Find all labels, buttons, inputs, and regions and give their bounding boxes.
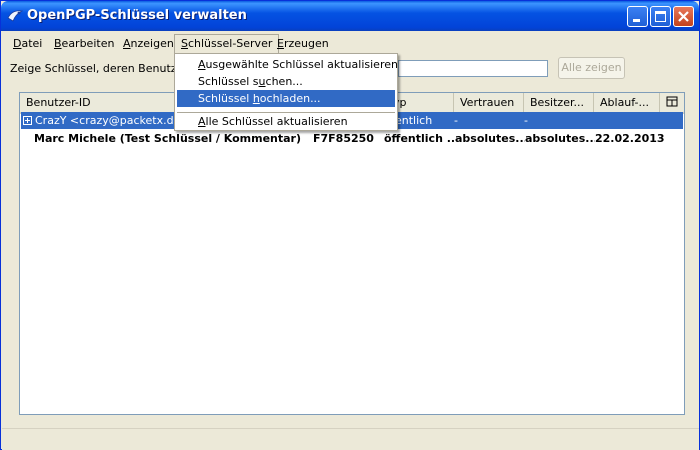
cell-owner: absolutes...: [525, 132, 595, 145]
window-title: OpenPGP-Schlüssel verwalten: [27, 8, 247, 23]
show-all-button[interactable]: Alle zeigen: [558, 57, 625, 79]
gnupg-app-icon: [7, 10, 23, 22]
cell-user-id: Marc Michele (Test Schlüssel / Kommentar…: [34, 132, 304, 145]
keyserver-menu-dropdown: Ausgewählte Schlüssel aktualisieren Schl…: [174, 53, 398, 131]
close-button[interactable]: [673, 6, 694, 27]
column-header-owner[interactable]: Besitzer...: [524, 93, 594, 112]
cell-key-id: F7F85250: [313, 132, 374, 145]
menu-datei[interactable]: Datei: [7, 35, 48, 52]
cell-trust: -: [454, 114, 458, 127]
close-icon: [678, 11, 689, 22]
table-row[interactable]: Marc Michele (Test Schlüssel / Kommentar…: [21, 130, 683, 147]
cell-trust: absolutes...: [455, 132, 525, 145]
menu-item-upload-keys[interactable]: Schlüssel hochladen...: [177, 90, 395, 107]
cell-type: öffentlich ...: [384, 132, 454, 145]
cell-owner: -: [524, 114, 528, 127]
status-bar: [2, 428, 699, 450]
expand-icon[interactable]: [23, 116, 32, 125]
minimize-button[interactable]: [627, 6, 648, 27]
minimize-icon: [633, 19, 640, 22]
menu-item-search-keys[interactable]: Schlüssel suchen...: [177, 73, 395, 90]
search-input[interactable]: [398, 60, 548, 77]
maximize-icon: [655, 11, 666, 22]
cell-type: entlich: [395, 114, 433, 127]
key-tree[interactable]: Benutzer-ID yp Vertrauen Besitzer... Abl…: [19, 92, 685, 415]
menu-item-refresh-all[interactable]: Alle Schlüssel aktualisieren: [177, 113, 395, 130]
menu-bearbeiten[interactable]: Bearbeiten: [48, 35, 120, 52]
title-bar[interactable]: OpenPGP-Schlüssel verwalten: [1, 1, 699, 31]
main-window: OpenPGP-Schlüssel verwalten Datei Bearbe…: [0, 0, 700, 450]
menu-item-refresh-selected[interactable]: Ausgewählte Schlüssel aktualisieren: [177, 56, 398, 73]
cell-expiry: 22.02.2013: [595, 132, 665, 145]
menu-anzeigen[interactable]: Anzeigen: [117, 35, 180, 52]
column-header-trust[interactable]: Vertrauen: [454, 93, 524, 112]
column-header-expiry[interactable]: Ablauf-...: [594, 93, 660, 112]
menu-schluessel-server[interactable]: Schlüssel-Server: [174, 34, 280, 54]
menu-erzeugen[interactable]: Erzeugen: [271, 35, 335, 52]
menu-bar: Datei Bearbeiten Anzeigen Schlüssel-Serv…: [2, 32, 699, 54]
maximize-button[interactable]: [650, 6, 671, 27]
column-picker-icon[interactable]: [664, 95, 680, 109]
